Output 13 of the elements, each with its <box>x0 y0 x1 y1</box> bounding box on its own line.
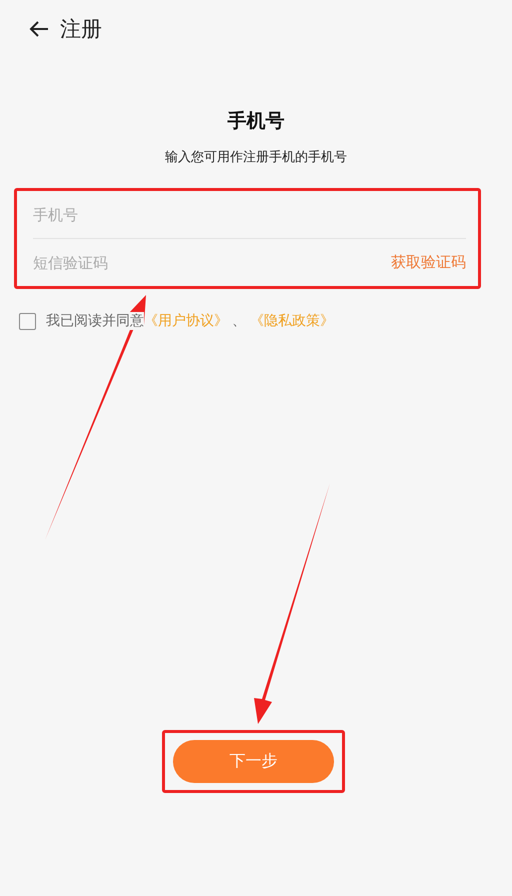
separator-text: 、 <box>232 312 246 330</box>
get-code-link[interactable]: 获取验证码 <box>391 253 466 272</box>
terms-link[interactable]: 《用户协议》 <box>144 312 228 330</box>
back-arrow-icon[interactable] <box>28 20 50 38</box>
page-title: 注册 <box>60 16 102 43</box>
agreement-text: 我已阅读并同意 <box>46 312 144 330</box>
subtitle: 输入您可用作注册手机的手机号 <box>164 149 348 166</box>
heading: 手机号 <box>226 109 286 134</box>
phone-input-field[interactable]: 手机号 <box>33 206 466 224</box>
next-button[interactable]: 下一步 <box>173 740 334 783</box>
agree-checkbox[interactable] <box>19 312 36 330</box>
privacy-link[interactable]: 《隐私政策》 <box>250 312 334 330</box>
code-input-field[interactable]: 短信验证码 <box>33 254 391 272</box>
